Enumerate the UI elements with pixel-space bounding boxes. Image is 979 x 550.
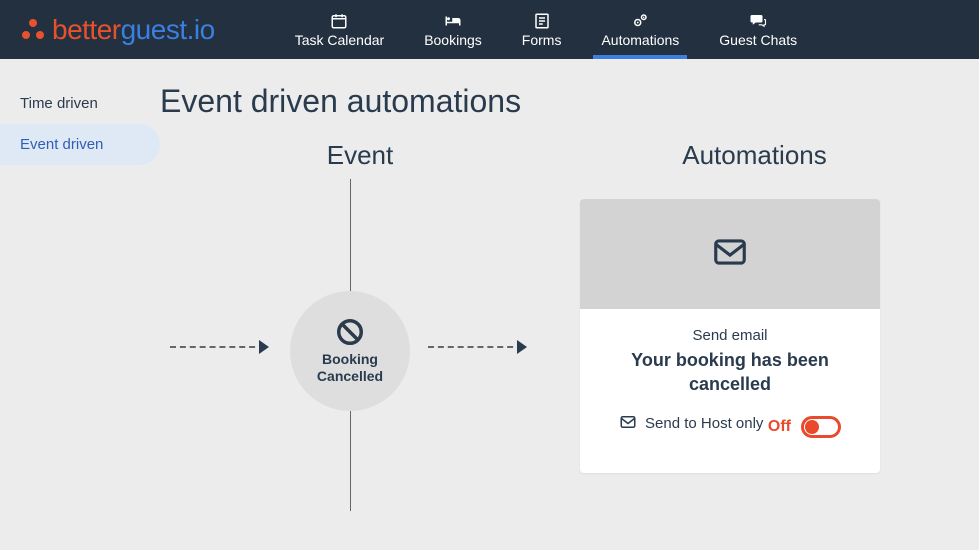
form-icon (533, 12, 551, 30)
envelope-icon (711, 233, 749, 276)
event-node-booking-cancelled[interactable]: Booking Cancelled (290, 291, 410, 411)
flow-arrow-out (428, 346, 523, 348)
bed-icon (443, 12, 463, 30)
automation-card[interactable]: Send email Your booking has been cancell… (580, 199, 880, 473)
logo-part1: better (52, 14, 121, 46)
page-title: Event driven automations (160, 83, 949, 120)
nav-guest-chats[interactable]: Guest Chats (699, 0, 817, 59)
sidebar-item-event-driven[interactable]: Event driven (0, 124, 160, 165)
nav-label: Automations (601, 32, 679, 48)
logo-icon (20, 17, 46, 43)
flow-arrow-in (170, 346, 265, 348)
calendar-icon (330, 12, 348, 30)
column-header-automations: Automations (560, 140, 949, 171)
automation-card-header (580, 199, 880, 309)
chat-icon (748, 12, 768, 30)
nav-task-calendar[interactable]: Task Calendar (275, 0, 405, 59)
logo-part2: guest (121, 14, 187, 46)
toggle-state-label: Off (768, 418, 791, 436)
sidebar-item-label: Event driven (20, 136, 103, 153)
brand-logo[interactable]: betterguest.io (20, 14, 215, 46)
nav-forms[interactable]: Forms (502, 0, 582, 59)
automation-title: Your booking has been cancelled (602, 348, 858, 397)
gears-icon (630, 12, 650, 30)
sidebar: Time driven Event driven (0, 59, 160, 550)
nav-label: Task Calendar (295, 32, 385, 48)
sidebar-item-label: Time driven (20, 95, 98, 112)
column-header-event: Event (160, 140, 560, 171)
automation-action: Send email (602, 327, 858, 344)
automation-recipient-label: Send to Host only (645, 415, 763, 432)
event-label: Booking Cancelled (317, 351, 383, 386)
envelope-icon (619, 413, 637, 435)
logo-part3: .io (187, 14, 215, 46)
nav-label: Forms (522, 32, 562, 48)
event-flow-area: Booking Cancelled (160, 191, 560, 511)
automation-recipient: Send to Host only (619, 413, 763, 435)
ban-icon (335, 317, 365, 347)
nav-label: Bookings (424, 32, 482, 48)
nav-automations[interactable]: Automations (581, 0, 699, 59)
automation-toggle[interactable] (801, 416, 841, 438)
nav-bookings[interactable]: Bookings (404, 0, 502, 59)
nav-label: Guest Chats (719, 32, 797, 48)
sidebar-item-time-driven[interactable]: Time driven (0, 83, 160, 124)
